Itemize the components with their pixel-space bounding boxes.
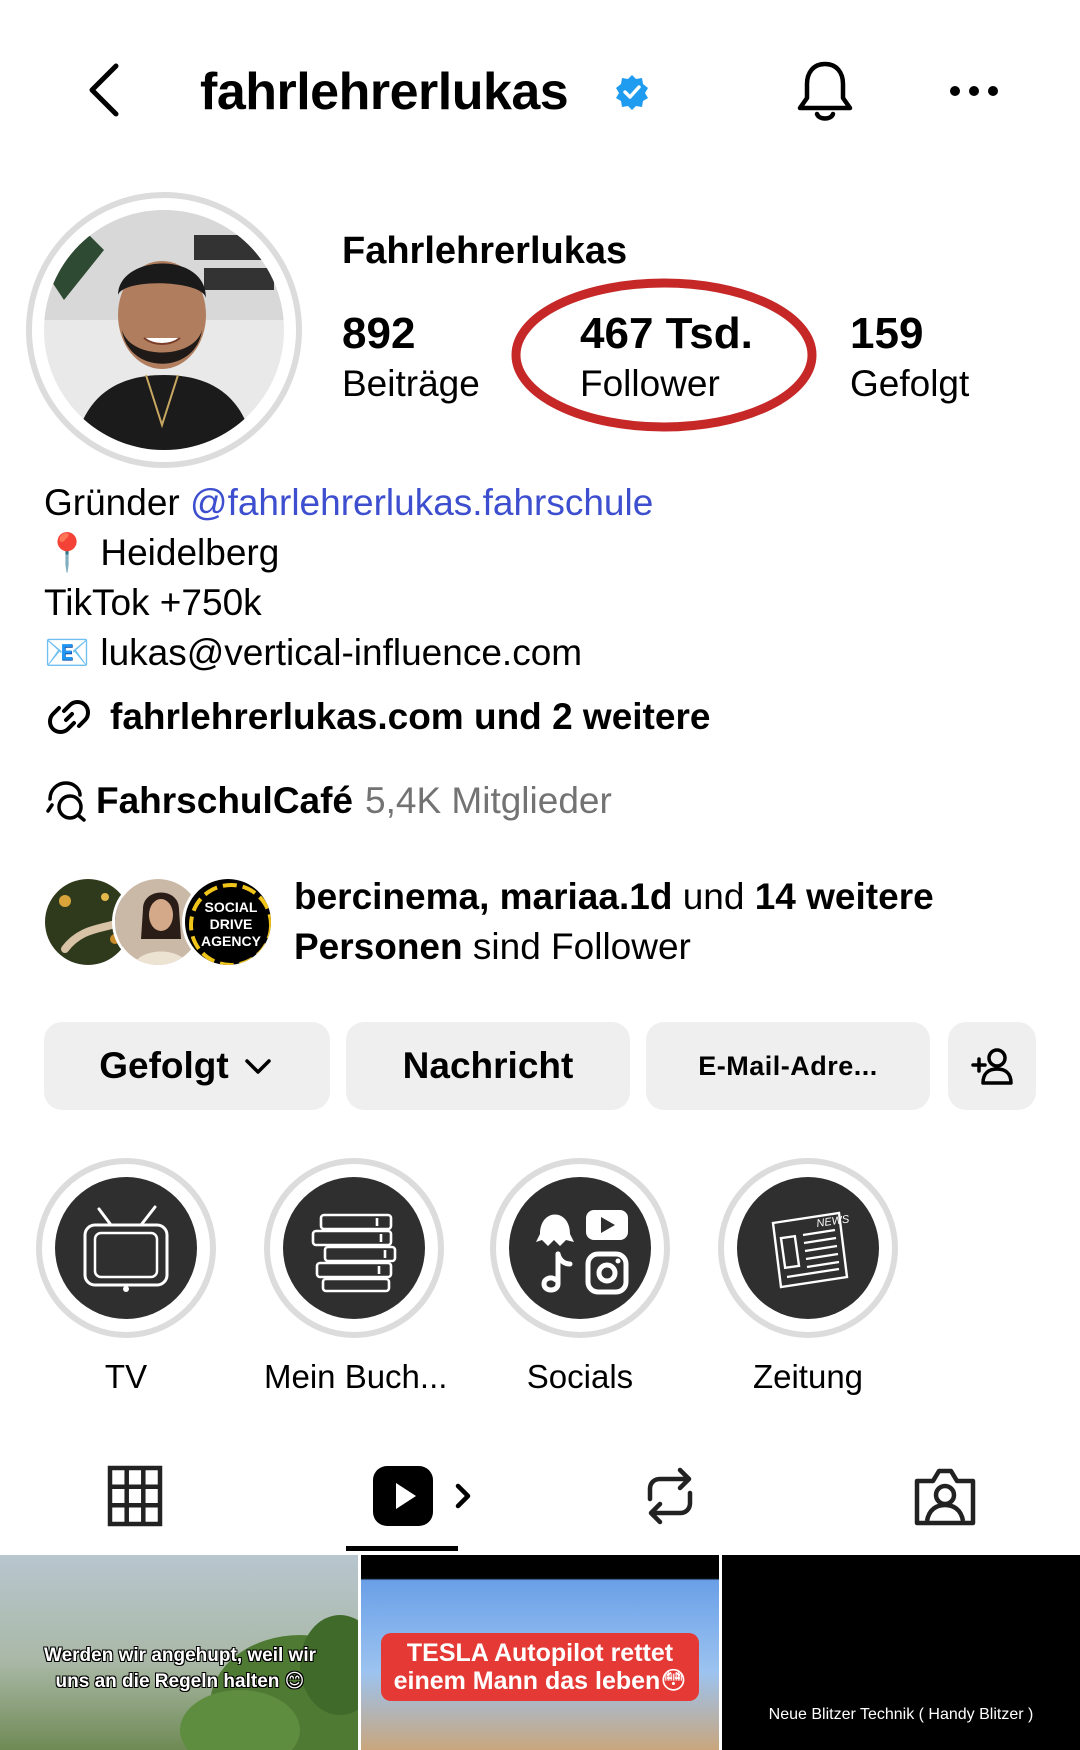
verified-badge-icon [614, 74, 650, 110]
posts-stat[interactable]: 892 Beiträge [342, 308, 480, 408]
reel-caption: Werden wir angehupt, weil wir uns an die… [43, 1645, 317, 1692]
avatar-text-line: DRIVE [210, 916, 253, 932]
mutual-followers-avatars[interactable]: SOCIAL DRIVE AGENCY [42, 876, 282, 968]
tab-reposts[interactable] [630, 1440, 710, 1552]
chevron-down-icon [244, 1059, 271, 1074]
mutual-followers-names: bercinema, mariaa.1d [294, 876, 673, 917]
highlight-ring [490, 1158, 670, 1338]
story-highlight[interactable]: Mein Buch... [264, 1158, 448, 1396]
envelope-icon: 📧 [44, 632, 91, 673]
following-button[interactable]: Gefolgt [44, 1022, 330, 1110]
following-label: Gefolgt [850, 363, 970, 404]
bio-location: Heidelberg [90, 532, 280, 573]
bio-founder-line: Gründer @fahrlehrerlukas.fahrschule [44, 478, 653, 528]
highlight-label: TV [104, 1358, 148, 1395]
channel-name: FahrschulCafé [96, 780, 354, 821]
avatar-text-line: AGENCY [201, 933, 262, 949]
highlight-ring [264, 1158, 444, 1338]
following-button-label: Gefolgt [99, 1045, 229, 1086]
tagged-icon [914, 1468, 976, 1526]
back-button[interactable] [78, 60, 138, 120]
reel-thumbnail[interactable]: TESLA Autopilot rettet einem Mann das le… [361, 1555, 719, 1750]
mutual-avatar: SOCIAL DRIVE AGENCY [182, 876, 274, 968]
founder-mention-link[interactable]: @fahrlehrerlukas.fahrschule [190, 482, 653, 523]
social-apps-icon [536, 1210, 629, 1295]
highlight-ring: NEWS [718, 1158, 898, 1338]
following-count: 159 [850, 309, 924, 358]
story-highlight[interactable]: TV [36, 1158, 216, 1396]
profile-display-name: Fahrlehrerlukas [342, 230, 628, 272]
highlight-cover: NEWS [737, 1177, 879, 1319]
tv-icon [83, 1205, 169, 1292]
broadcast-channel[interactable]: FahrschulCafé 5,4K Mitglieder [44, 776, 612, 826]
email-button-label: E-Mail-Adre... [698, 1050, 878, 1081]
active-tab-indicator [346, 1546, 458, 1551]
highlight-cover [283, 1177, 425, 1319]
reels-grid: Werden wir angehupt, weil wir uns an die… [0, 1555, 1080, 1750]
grid-icon [107, 1465, 163, 1527]
repost-icon [647, 1467, 693, 1525]
bio-email-line: 📧 lukas@vertical-influence.com [44, 628, 653, 678]
profile-header: fahrlehrerlukas [0, 40, 1080, 140]
followers-count: 467 Tsd. [580, 309, 753, 358]
mutual-followers-suffix: sind Follower [462, 926, 691, 967]
profile-bio: Gründer @fahrlehrerlukas.fahrschule 📍 He… [44, 478, 653, 678]
chevron-left-icon [89, 63, 119, 117]
story-highlight[interactable]: Socials [490, 1158, 670, 1396]
tab-tagged[interactable] [900, 1440, 990, 1552]
more-dots-icon [950, 86, 998, 96]
reel-thumbnail[interactable]: Neue Blitzer Technik ( Handy Blitzer ) [722, 1555, 1080, 1750]
reel-caption: TESLA Autopilot rettet einem Mann das le… [381, 1633, 699, 1701]
bio-founder-prefix: Gründer [44, 482, 191, 523]
highlight-label: Mein Buch... [264, 1358, 448, 1395]
reel-caption: Neue Blitzer Technik ( Handy Blitzer ) [768, 1706, 1034, 1723]
story-highlight[interactable]: NEWS Zeitung [718, 1158, 898, 1396]
highlight-cover [55, 1177, 197, 1319]
message-button-label: Nachricht [402, 1045, 574, 1086]
bio-email: lukas@vertical-influence.com [90, 632, 583, 673]
profile-avatar[interactable] [44, 210, 284, 450]
location-pin-icon: 📍 [44, 532, 91, 573]
bio-tiktok: TikTok +750k [44, 582, 262, 623]
channel-members: 5,4K Mitglieder [365, 780, 612, 821]
reel-thumbnail[interactable]: Werden wir angehupt, weil wir uns an die… [0, 1555, 358, 1750]
following-stat[interactable]: 159 Gefolgt [850, 308, 969, 408]
channel-bubbles-icon [46, 781, 86, 822]
message-button[interactable]: Nachricht [346, 1022, 630, 1110]
bell-icon [797, 61, 853, 121]
add-person-icon [971, 1048, 1013, 1085]
highlight-ring [36, 1158, 216, 1338]
avatar-text-line: SOCIAL [205, 899, 258, 915]
posts-count: 892 [342, 309, 416, 358]
more-options-button[interactable] [945, 76, 1005, 106]
newspaper-icon: NEWS [771, 1211, 851, 1289]
highlight-label: Socials [526, 1358, 634, 1395]
books-icon [311, 1213, 397, 1293]
profile-username: fahrlehrerlukas [200, 63, 569, 121]
notifications-button[interactable] [795, 58, 855, 124]
email-button[interactable]: E-Mail-Adre... [646, 1022, 930, 1110]
external-links-text: fahrlehrerlukas.com und 2 weitere [110, 696, 711, 737]
mutual-followers-text[interactable]: bercinema, mariaa.1d und 14 weitere Pers… [294, 872, 1054, 972]
tab-grid[interactable] [90, 1440, 180, 1552]
reels-icon [373, 1466, 471, 1526]
content-tabs [0, 1440, 1080, 1552]
followers-stat[interactable]: 467 Tsd. Follower [580, 308, 753, 408]
posts-label: Beiträge [342, 363, 480, 404]
suggested-users-button[interactable] [948, 1022, 1036, 1110]
highlight-label: Zeitung [752, 1358, 864, 1395]
mutual-followers-connector: und [672, 876, 755, 917]
bio-location-line: 📍 Heidelberg [44, 528, 653, 578]
highlight-cover [509, 1177, 651, 1319]
followers-label: Follower [580, 363, 720, 404]
link-icon [48, 700, 90, 734]
external-links[interactable]: fahrlehrerlukas.com und 2 weitere [44, 690, 710, 744]
tab-reels[interactable] [360, 1440, 490, 1552]
